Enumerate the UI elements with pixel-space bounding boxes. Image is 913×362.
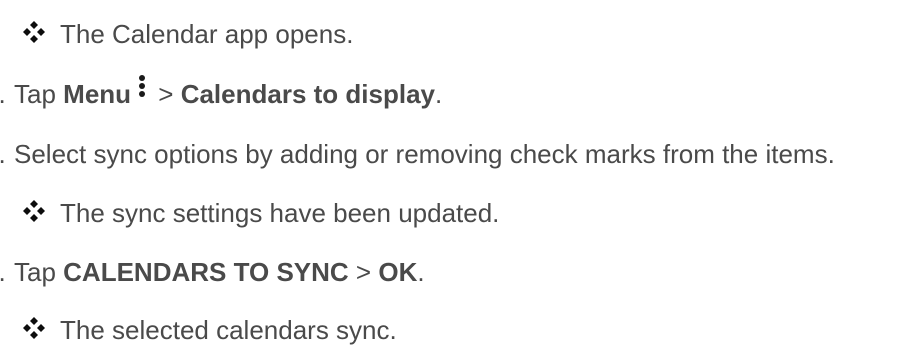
step-line-3: 3.Select sync options by adding or remov… — [0, 139, 835, 169]
calendars-to-display-label: Calendars to display — [180, 79, 435, 109]
result-line-1: The Calendar app opens. — [22, 19, 353, 49]
step-text: Tap — [14, 257, 64, 287]
result-text: The Calendar app opens. — [60, 19, 354, 49]
calendars-to-sync-label: CALENDARS TO SYNC — [63, 257, 349, 287]
result-line-2: The sync settings have been updated. — [22, 198, 499, 228]
step-separator: > — [348, 257, 379, 287]
diamond-bullet-icon — [23, 200, 45, 222]
diamond-bullet-icon — [23, 21, 45, 43]
result-text: The sync settings have been updated. — [60, 198, 500, 228]
step-period: . — [417, 257, 425, 287]
step-number: 4. — [0, 257, 14, 287]
step-text: Tap — [14, 79, 64, 109]
step-separator: > — [151, 79, 181, 109]
step-line-2: 2.Tap Menu > Calendars to display. — [0, 75, 443, 109]
step-number: 2. — [0, 79, 14, 109]
step-text: Select sync options by adding or removin… — [14, 139, 835, 169]
more-vert-icon — [137, 71, 147, 101]
result-text: The selected calendars sync. — [60, 315, 397, 345]
menu-label: Menu — [63, 79, 132, 109]
step-line-4: 4.Tap CALENDARS TO SYNC > OK. — [0, 257, 425, 287]
step-number: 3. — [0, 139, 14, 169]
result-line-3: The selected calendars sync. — [22, 315, 397, 345]
step-period: . — [435, 79, 443, 109]
ok-label: OK — [378, 257, 418, 287]
diamond-bullet-icon — [23, 317, 45, 339]
